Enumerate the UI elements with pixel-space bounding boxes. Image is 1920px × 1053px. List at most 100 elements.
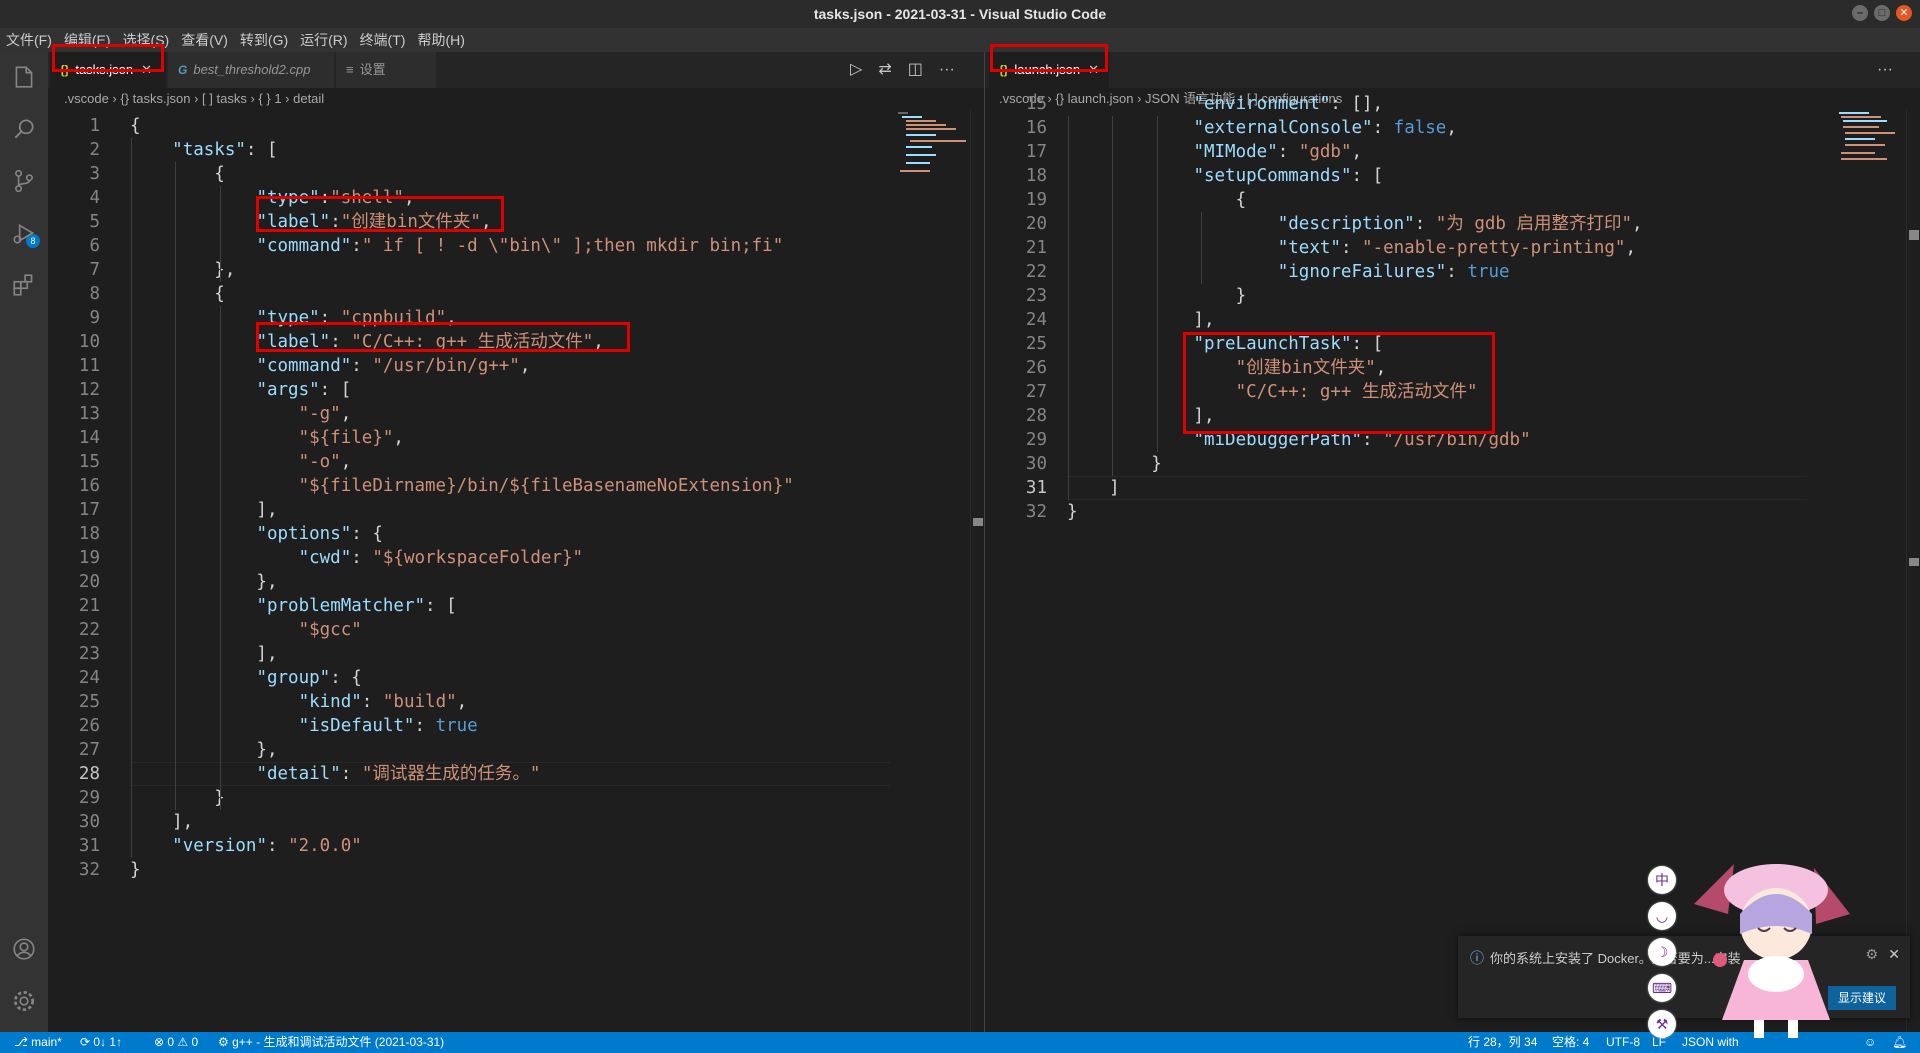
- code-editor-tasks[interactable]: 1{2 "tasks": [3 {4 "type":"shell", 5 "lab…: [48, 110, 984, 1032]
- code-line[interactable]: 28 ],: [985, 404, 1920, 428]
- breadcrumb-item[interactable]: [ ] tasks: [202, 91, 247, 106]
- code-line[interactable]: 31 ]: [985, 476, 1920, 500]
- code-line[interactable]: 18 "options": {: [48, 522, 984, 546]
- indentation-status[interactable]: 空格: 4: [1552, 1032, 1589, 1053]
- ime-keyboard-button[interactable]: ⌨: [1648, 974, 1676, 1002]
- code-line[interactable]: 28 "detail": "调试器生成的任务。": [48, 762, 984, 786]
- code-line[interactable]: 29 "miDebuggerPath": "/usr/bin/gdb": [985, 428, 1920, 452]
- code-line[interactable]: 21 "problemMatcher": [: [48, 594, 984, 618]
- vertical-scrollbar[interactable]: [1906, 110, 1920, 1032]
- code-line[interactable]: 27 "C/C++: g++ 生成活动文件": [985, 380, 1920, 404]
- code-line[interactable]: 17 "MIMode": "gdb",: [985, 140, 1920, 164]
- feedback-icon[interactable]: ☺: [1864, 1032, 1876, 1053]
- code-line[interactable]: 31 "version": "2.0.0": [48, 834, 984, 858]
- code-line[interactable]: 32}: [985, 500, 1920, 524]
- minimap[interactable]: [896, 110, 968, 180]
- code-line[interactable]: 15 "-o",: [48, 450, 984, 474]
- ime-tools-button[interactable]: ⚒: [1648, 1010, 1676, 1038]
- tab-best-threshold2-cpp[interactable]: Gbest_threshold2.cpp: [168, 52, 334, 88]
- code-line[interactable]: 8 {: [48, 282, 984, 306]
- notification-gear-icon[interactable]: ⚙: [1865, 946, 1878, 963]
- code-line[interactable]: 12 "args": [: [48, 378, 984, 402]
- code-line[interactable]: 17 ],: [48, 498, 984, 522]
- code-line[interactable]: 11 "command": "/usr/bin/g++",: [48, 354, 984, 378]
- code-line[interactable]: 20 "description": "为 gdb 启用整齐打印",: [985, 212, 1920, 236]
- code-line[interactable]: 30 ],: [48, 810, 984, 834]
- code-line[interactable]: 16 "externalConsole": false,: [985, 116, 1920, 140]
- code-line[interactable]: 21 "text": "-enable-pretty-printing",: [985, 236, 1920, 260]
- account-icon[interactable]: [10, 936, 38, 964]
- run-icon[interactable]: ▷: [850, 52, 862, 88]
- menu-go[interactable]: 转到(G): [234, 30, 294, 50]
- code-line[interactable]: 1{: [48, 114, 984, 138]
- menu-help[interactable]: 帮助(H): [411, 30, 470, 50]
- code-line[interactable]: 26 "创建bin文件夹",: [985, 356, 1920, 380]
- code-line[interactable]: 24 "group": {: [48, 666, 984, 690]
- menu-view[interactable]: 查看(V): [175, 30, 234, 50]
- code-line[interactable]: 14 "${file}",: [48, 426, 984, 450]
- menu-terminal[interactable]: 终端(T): [354, 30, 412, 50]
- close-icon[interactable]: ✕: [141, 62, 152, 77]
- code-line[interactable]: 25 "kind": "build",: [48, 690, 984, 714]
- code-line[interactable]: 4 "type":"shell",: [48, 186, 984, 210]
- compare-changes-icon[interactable]: ⇄: [878, 52, 891, 88]
- sync-status[interactable]: ⟳ 0↓ 1↑: [80, 1032, 122, 1053]
- code-line[interactable]: 6 "command":" if [ ! -d \"bin\" ];then m…: [48, 234, 984, 258]
- code-line[interactable]: 2 "tasks": [: [48, 138, 984, 162]
- vertical-scrollbar[interactable]: [970, 110, 984, 1032]
- more-actions-icon[interactable]: ···: [939, 52, 955, 88]
- code-line[interactable]: 24 ],: [985, 308, 1920, 332]
- code-line[interactable]: 23 ],: [48, 642, 984, 666]
- code-line[interactable]: 22 "ignoreFailures": true: [985, 260, 1920, 284]
- code-line[interactable]: 3 {: [48, 162, 984, 186]
- code-line[interactable]: 20 },: [48, 570, 984, 594]
- task-status[interactable]: ⚙ g++ - 生成和调试活动文件 (2021-03-31): [218, 1032, 444, 1053]
- files-icon[interactable]: [10, 64, 38, 92]
- menu-run[interactable]: 运行(R): [294, 30, 353, 50]
- code-line[interactable]: 25 "preLaunchTask": [: [985, 332, 1920, 356]
- breadcrumb-item[interactable]: { } 1: [258, 91, 281, 106]
- more-actions-icon[interactable]: ···: [1877, 52, 1893, 88]
- code-line[interactable]: 13 "-g",: [48, 402, 984, 426]
- minimap[interactable]: [1835, 110, 1907, 180]
- minimize-button[interactable]: –: [1852, 5, 1868, 21]
- code-line[interactable]: 23 }: [985, 284, 1920, 308]
- code-line[interactable]: 19 {: [985, 188, 1920, 212]
- breadcrumb-item[interactable]: .vscode: [64, 91, 109, 106]
- code-line[interactable]: 16 "${fileDirname}/bin/${fileBasenameNoE…: [48, 474, 984, 498]
- tab-launch-json[interactable]: {} launch.json ✕: [989, 52, 1109, 88]
- code-line[interactable]: 5 "label":"创建bin文件夹",: [48, 210, 984, 234]
- menu-selection[interactable]: 选择(S): [117, 30, 176, 50]
- cursor-position[interactable]: 行 28，列 34: [1468, 1032, 1537, 1053]
- code-line[interactable]: 7 },: [48, 258, 984, 282]
- code-line[interactable]: 15 "environment": [],: [985, 92, 1920, 116]
- ime-chinese-mode-button[interactable]: 中: [1648, 866, 1676, 894]
- breadcrumb-item[interactable]: {} tasks.json: [120, 91, 190, 106]
- notifications-bell-icon[interactable]: 🔔︎: [1892, 1032, 1907, 1053]
- menu-file[interactable]: 文件(F): [0, 30, 58, 50]
- extensions-icon[interactable]: [10, 272, 38, 300]
- code-line[interactable]: 19 "cwd": "${workspaceFolder}": [48, 546, 984, 570]
- code-line[interactable]: 27 },: [48, 738, 984, 762]
- problems-status[interactable]: ⊗ 0 ⚠ 0: [154, 1032, 198, 1053]
- close-window-button[interactable]: ✕: [1896, 5, 1912, 21]
- code-line[interactable]: 22 "$gcc": [48, 618, 984, 642]
- code-line[interactable]: 32}: [48, 858, 984, 882]
- branch-status[interactable]: ⎇ main*: [14, 1032, 62, 1053]
- source-control-icon[interactable]: [10, 168, 38, 196]
- tab-tasks-json[interactable]: {} tasks.json ✕: [50, 52, 166, 88]
- search-icon[interactable]: [10, 116, 38, 144]
- ime-width-button[interactable]: ☽: [1648, 938, 1676, 966]
- close-icon[interactable]: ✕: [1088, 62, 1099, 77]
- maximize-button[interactable]: □: [1874, 5, 1890, 21]
- tab-settings[interactable]: ≡ 设置: [336, 52, 436, 88]
- breadcrumb-item[interactable]: detail: [293, 91, 324, 106]
- code-line[interactable]: 30 }: [985, 452, 1920, 476]
- notification-close-icon[interactable]: ✕: [1888, 946, 1900, 963]
- code-line[interactable]: 10 "label": "C/C++: g++ 生成活动文件",: [48, 330, 984, 354]
- code-line[interactable]: 29 }: [48, 786, 984, 810]
- menu-edit[interactable]: 编辑(E): [58, 30, 117, 50]
- encoding-status[interactable]: UTF-8: [1606, 1032, 1640, 1053]
- ime-punctuation-button[interactable]: ◡: [1648, 902, 1676, 930]
- code-line[interactable]: 18 "setupCommands": [: [985, 164, 1920, 188]
